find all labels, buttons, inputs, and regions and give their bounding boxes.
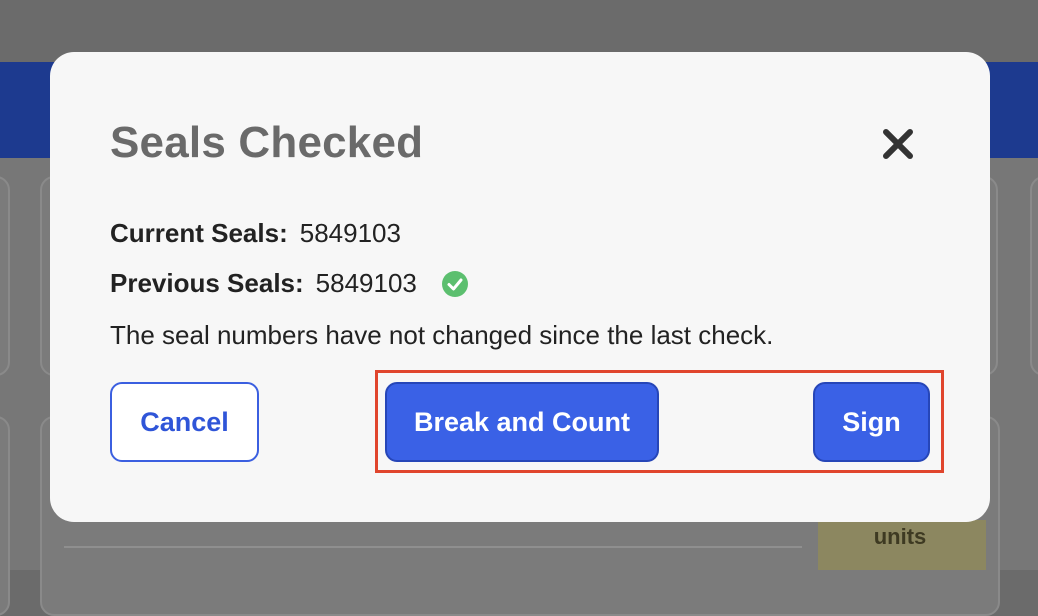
- close-button[interactable]: [876, 122, 920, 166]
- previous-seals-label: Previous Seals:: [110, 268, 304, 298]
- break-and-count-button[interactable]: Break and Count: [385, 382, 659, 462]
- current-seals-label: Current Seals:: [110, 218, 288, 248]
- check-circle-icon: [441, 270, 469, 298]
- cancel-button[interactable]: Cancel: [110, 382, 259, 462]
- sign-button[interactable]: Sign: [813, 382, 930, 462]
- background-card: [0, 176, 10, 376]
- current-seals-value: 5849103: [299, 218, 401, 248]
- seal-status-message: The seal numbers have not changed since …: [110, 320, 774, 350]
- seals-checked-dialog: Seals Checked Current Seals: 5849103 Pre…: [50, 52, 990, 522]
- background-divider: [64, 546, 802, 548]
- background-card: [1030, 176, 1038, 376]
- previous-seals-row: Previous Seals: 5849103: [110, 268, 469, 299]
- background-card: [0, 416, 10, 616]
- current-seals-row: Current Seals: 5849103: [110, 218, 401, 249]
- dialog-title: Seals Checked: [110, 118, 424, 167]
- background-units-label: units: [873, 524, 927, 549]
- previous-seals-value: 5849103: [315, 268, 417, 298]
- close-icon: [883, 129, 913, 159]
